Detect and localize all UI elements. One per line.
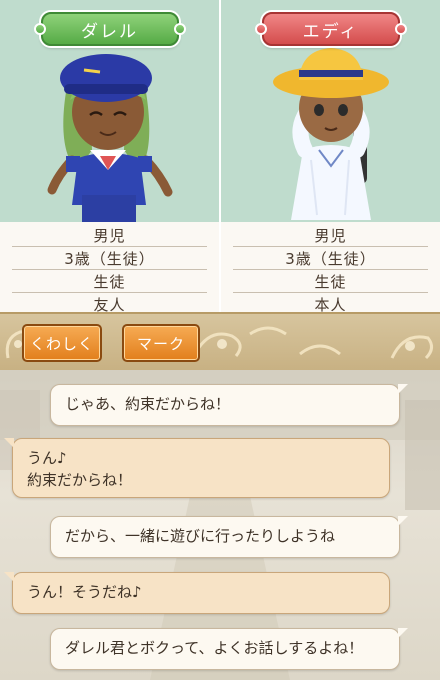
info-right: 男児 3歳（生徒） 生徒 本人 — [221, 222, 440, 314]
bubble-tail-icon — [398, 628, 408, 638]
bubble-tail-icon — [398, 516, 408, 526]
panel-divider — [219, 0, 221, 312]
message-text: 約束だからね！ — [27, 471, 133, 489]
info-row-occupation: 生徒 — [233, 270, 428, 293]
tag-ornament-icon — [394, 23, 407, 35]
message-other: うん！そうだね♪ — [4, 572, 390, 614]
info-left: 男児 3歳（生徒） 生徒 友人 — [0, 222, 219, 314]
name-tag-left: ダレル — [33, 12, 186, 46]
info-row-gender: 男児 — [233, 224, 428, 247]
name-tag-right: エディ — [254, 12, 407, 46]
message-other: うん♪ 約束だからね！ — [4, 438, 390, 498]
mark-button[interactable]: マーク — [122, 324, 200, 362]
info-row-age: 3歳（生徒） — [12, 247, 207, 270]
profile-left: ダレル — [0, 0, 219, 222]
tag-ornament-icon — [173, 23, 186, 35]
details-button[interactable]: くわしく — [22, 324, 102, 362]
message-text: じゃあ、約束だからね！ — [65, 395, 231, 413]
bubble-tail-icon — [4, 438, 14, 448]
bubble-tail-icon — [398, 384, 408, 394]
character-name-left: ダレル — [81, 21, 138, 42]
message-text: ダレル君とボクって、よくお話しするよね！ — [65, 639, 364, 657]
info-row-gender: 男児 — [12, 224, 207, 247]
conversation-log[interactable]: じゃあ、約束だからね！ うん♪ 約束だからね！ だから、一緒に遊びに行ったりしよ… — [0, 370, 440, 680]
profile-right: エディ — [221, 0, 440, 222]
message-self: だから、一緒に遊びに行ったりしようね — [50, 516, 408, 558]
message-text: うん！そうだね♪ — [27, 583, 142, 601]
info-row-age: 3歳（生徒） — [233, 247, 428, 270]
message-self: ダレル君とボクって、よくお話しするよね！ — [50, 628, 408, 670]
tag-ornament-icon — [254, 23, 267, 35]
tag-ornament-icon — [33, 23, 46, 35]
character-name-right: エディ — [302, 21, 359, 42]
message-self: じゃあ、約束だからね！ — [50, 384, 408, 426]
message-text: うん♪ — [27, 449, 67, 467]
bubble-tail-icon — [4, 572, 14, 582]
action-bar: くわしく マーク — [0, 312, 440, 372]
info-row-occupation: 生徒 — [12, 270, 207, 293]
message-text: だから、一緒に遊びに行ったりしようね — [65, 527, 336, 545]
